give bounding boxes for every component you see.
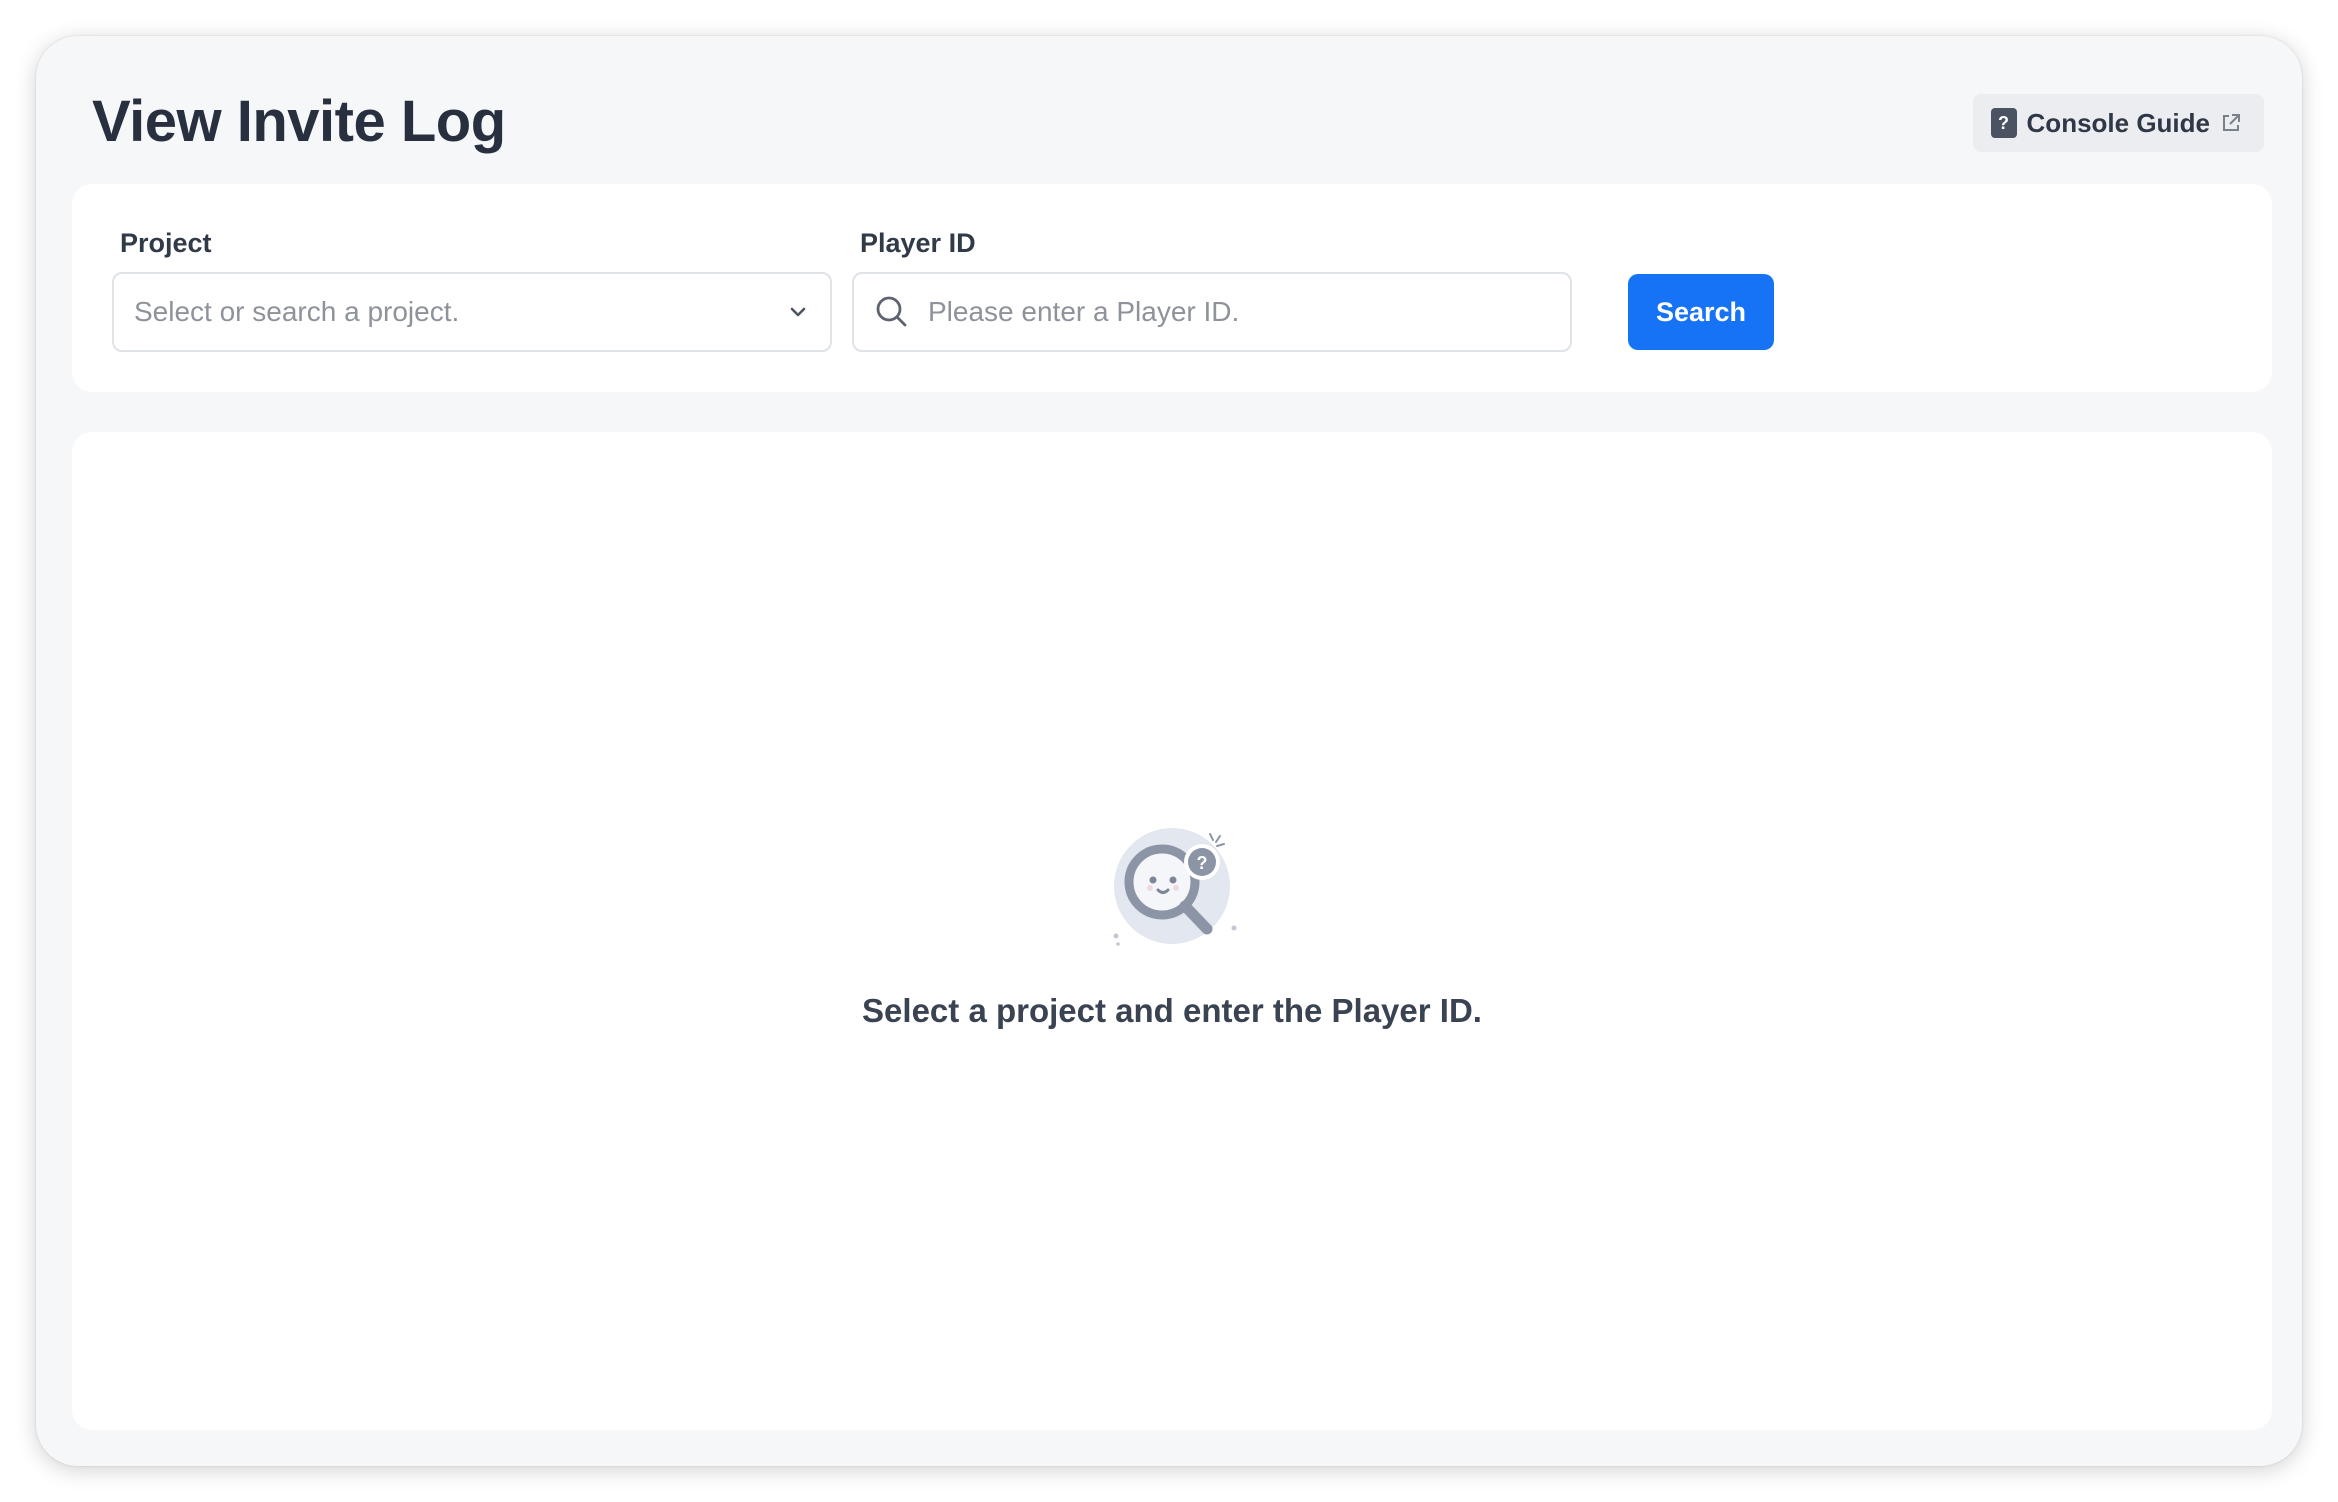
project-label: Project bbox=[120, 228, 212, 258]
magnifier-question-icon: ? bbox=[1113, 828, 1237, 946]
player-id-placeholder: Please enter a Player ID. bbox=[928, 296, 1240, 327]
search-button[interactable]: Search bbox=[1628, 274, 1774, 350]
illustration-question-glyph: ? bbox=[1197, 853, 1208, 873]
filter-panel: Project Select or search a project. Play… bbox=[72, 184, 2272, 392]
external-link-icon bbox=[2223, 114, 2240, 131]
page-title: View Invite Log bbox=[92, 89, 506, 154]
app-window: View Invite Log ? Console Guide Project … bbox=[36, 36, 2302, 1466]
console-guide-label: Console Guide bbox=[2026, 107, 2210, 138]
project-select-placeholder: Select or search a project. bbox=[134, 296, 460, 327]
project-select[interactable]: Select or search a project. bbox=[112, 272, 832, 352]
empty-state-message: Select a project and enter the Player ID… bbox=[862, 992, 1482, 1029]
chevron-down-icon bbox=[790, 307, 806, 317]
doc-help-icon: ? bbox=[1990, 108, 2017, 138]
search-icon bbox=[876, 296, 907, 327]
player-id-label: Player ID bbox=[860, 228, 976, 258]
player-id-input[interactable]: Please enter a Player ID. bbox=[852, 272, 1572, 352]
console-guide-button[interactable]: ? Console Guide bbox=[1972, 94, 2264, 152]
results-panel: ? Select a project and enter the Player … bbox=[72, 432, 2272, 1430]
